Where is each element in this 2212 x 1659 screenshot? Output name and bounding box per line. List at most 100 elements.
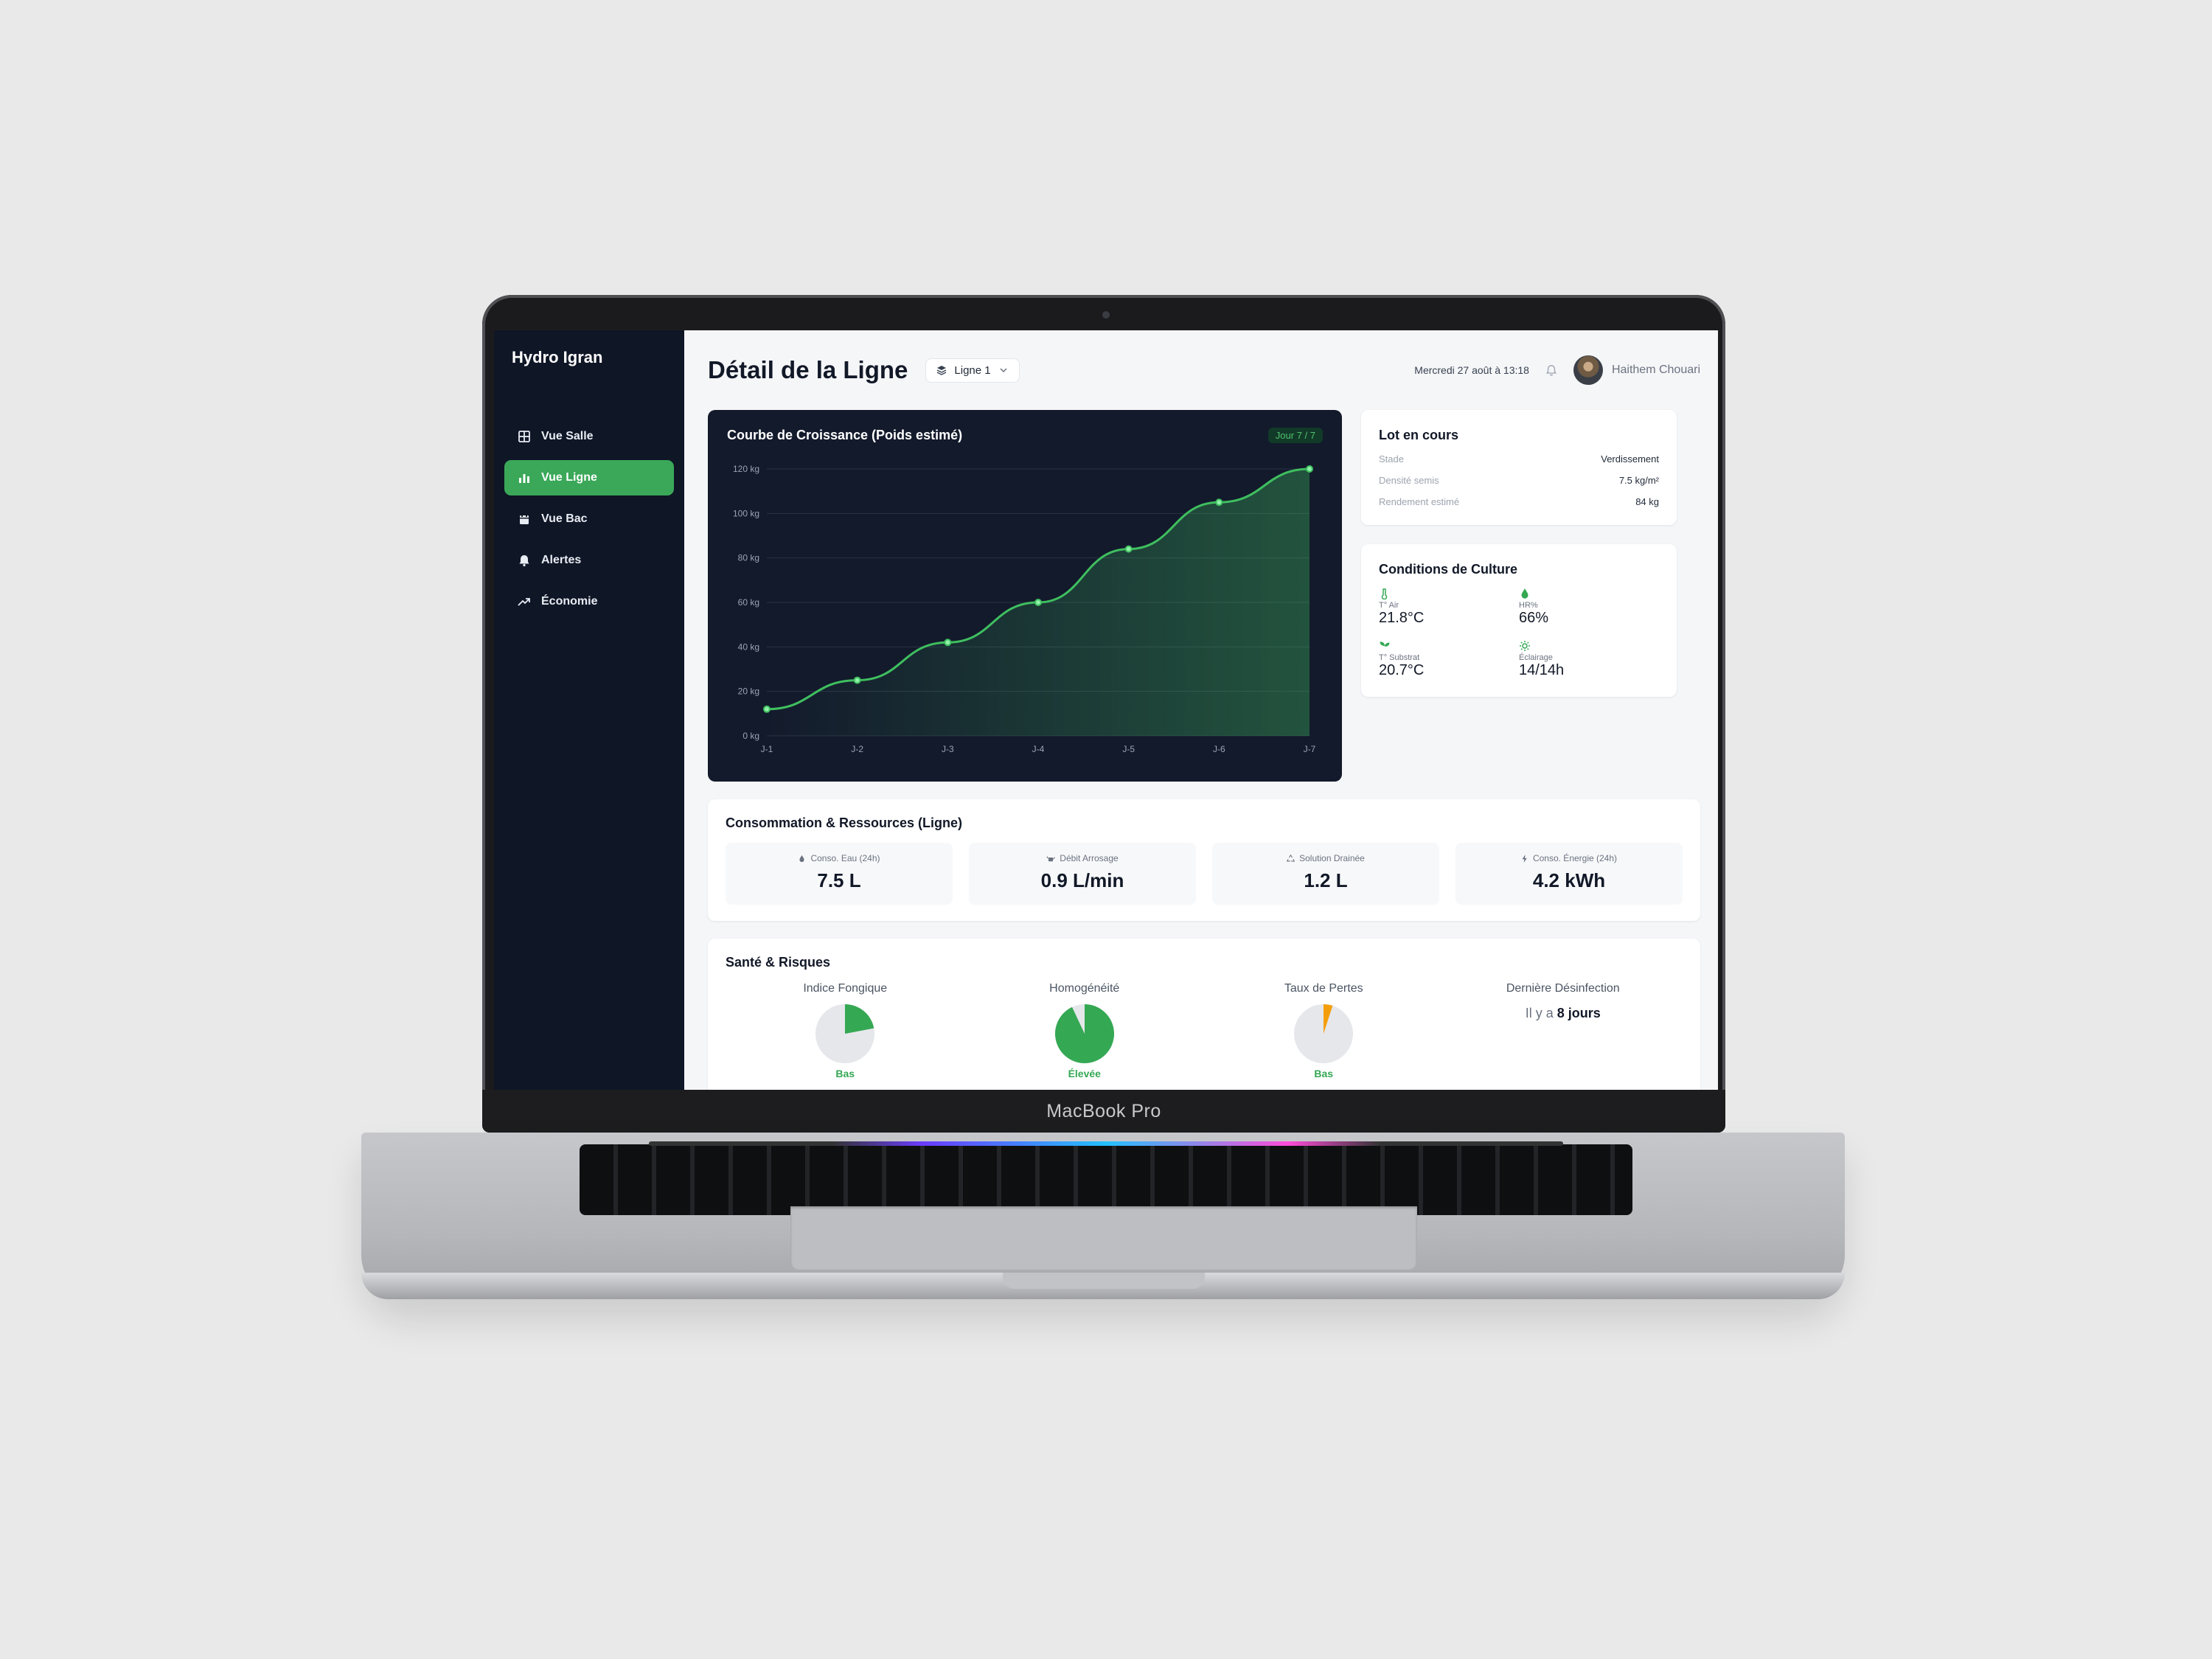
health-pie (815, 1004, 875, 1063)
data-point (1306, 465, 1313, 473)
brand-logo: Hydro Igran (512, 348, 603, 366)
conditions-title: Conditions de Culture (1379, 562, 1517, 577)
condition-label: T° Air (1379, 601, 1399, 610)
resource-label: Débit Arrosage (1060, 853, 1119, 863)
sidebar-item-alertes[interactable]: Alertes (504, 543, 674, 578)
resource-value: 4.2 kWh (1532, 869, 1606, 891)
health-metric-caption: Élevée (1068, 1068, 1101, 1079)
resource-label-row: Conso. Énergie (24h) (1455, 853, 1683, 863)
pie-slice (1054, 1004, 1114, 1063)
x-tick-label: J-4 (1032, 744, 1045, 754)
resource-value: 7.5 L (817, 869, 861, 891)
laptop-notch (1003, 1273, 1205, 1289)
disinfection-label: Dernière Désinfection (1506, 982, 1620, 995)
data-point (1034, 599, 1042, 606)
data-point (1124, 545, 1133, 553)
bolt-icon (1522, 854, 1527, 863)
x-tick-label: J-5 (1122, 744, 1135, 754)
disinfection-days: 8 jours (1557, 1006, 1601, 1020)
condition-label: HR% (1519, 601, 1538, 610)
condition-label: T° Substrat (1379, 653, 1420, 662)
lot-key: Rendement estimé (1379, 496, 1460, 507)
growth-chart-title: Courbe de Croissance (Poids estimé) (727, 428, 963, 442)
sidebar-item-vue-ligne[interactable]: Vue Ligne (504, 460, 674, 495)
user-name[interactable]: Haithem Chouari (1612, 364, 1700, 377)
bell-icon[interactable] (1545, 364, 1557, 376)
layers-icon (937, 366, 947, 375)
y-tick-label: 120 kg (733, 464, 759, 474)
resource-label: Solution Drainée (1299, 853, 1365, 863)
day-badge: Jour 7 / 7 (1267, 428, 1323, 443)
screen: Hydro Igran Vue Salle Vue Ligne Vue Bac … (494, 330, 1718, 1090)
health-metric-label: Taux de Pertes (1284, 982, 1363, 995)
data-point (763, 705, 771, 713)
touch-bar (649, 1141, 1563, 1146)
resources-card: Consommation & Ressources (Ligne) Conso.… (708, 799, 1700, 921)
lot-value: 7.5 kg/m² (1618, 475, 1659, 486)
sidebar-item-label: Alertes (541, 554, 582, 566)
resource-label-row: Solution Drainée (1212, 853, 1439, 863)
trend-up-icon (518, 598, 530, 606)
bar-chart-icon (519, 474, 529, 483)
health-row: Indice Fongique Bas Homogénéité Élevée T… (726, 982, 1683, 1079)
grid-icon (518, 431, 530, 442)
health-metric: Indice Fongique Bas (726, 982, 965, 1079)
y-tick-label: 20 kg (738, 686, 759, 697)
health-pie (1054, 1004, 1114, 1063)
sidebar-item-label: Économie (541, 595, 598, 608)
resource-tile: Conso. Énergie (24h) 4.2 kWh (1455, 843, 1683, 905)
sidebar-item-vue-salle[interactable]: Vue Salle (504, 419, 674, 454)
sidebar-item-label: Vue Bac (541, 512, 588, 525)
health-metric-label: Homogénéité (1049, 982, 1120, 995)
sidebar-item-economie[interactable]: Économie (504, 584, 674, 619)
header-right: Mercredi 27 août à 13:18 Haithem Chouari (1414, 355, 1700, 385)
health-title: Santé & Risques (726, 955, 831, 970)
conditions-grid: T° Air 21.8°C HR% 66% T° Substrat 20.7°C (1379, 588, 1659, 679)
health-metric-label: Indice Fongique (803, 982, 888, 995)
disinfection-prefix: Il y a (1525, 1006, 1554, 1020)
camera-icon (1102, 311, 1110, 319)
disinfection-value: Il y a 8 jours (1444, 1006, 1683, 1021)
lot-value: Verdissement (1601, 453, 1659, 465)
condition-value: 20.7°C (1379, 662, 1425, 678)
lot-title: Lot en cours (1379, 428, 1459, 442)
data-point (944, 639, 952, 647)
growth-chart: 0 kg 20 kg 40 kg 60 kg 80 kg 100 kg 120 kg J-1 J… (733, 464, 1316, 754)
line-select[interactable]: Ligne 1 (925, 358, 1020, 383)
resource-label: Conso. Énergie (24h) (1532, 853, 1618, 863)
avatar[interactable] (1573, 355, 1603, 385)
x-tick-label: J-7 (1304, 744, 1316, 754)
y-tick-label: 80 kg (738, 553, 759, 563)
recycle-icon (1287, 854, 1295, 861)
droplet-icon (799, 855, 805, 862)
side-column: Lot en cours Stade Verdissement Densité … (1361, 410, 1677, 782)
lot-row: Stade Verdissement (1379, 453, 1659, 465)
health-metric-caption: Bas (835, 1068, 855, 1079)
page-title: Détail de la Ligne (708, 356, 908, 383)
device-label: MacBook Pro (1046, 1100, 1161, 1121)
y-tick-label: 60 kg (738, 597, 759, 608)
resource-value: 1.2 L (1304, 869, 1348, 891)
sidebar-item-vue-bac[interactable]: Vue Bac (504, 501, 674, 537)
y-tick-label: 100 kg (733, 508, 759, 518)
condition-label: Éclairage (1519, 653, 1553, 662)
condition-item: Éclairage 14/14h (1519, 640, 1659, 679)
laptop-chin: MacBook Pro (482, 1090, 1725, 1133)
calendar-icon (520, 514, 529, 524)
condition-item: T° Air 21.8°C (1379, 588, 1519, 627)
health-metric-caption: Bas (1314, 1068, 1334, 1079)
y-tick-label: 0 kg (742, 731, 759, 741)
x-tick-label: J-3 (942, 744, 954, 754)
condition-item: T° Substrat 20.7°C (1379, 640, 1519, 679)
lot-card: Lot en cours Stade Verdissement Densité … (1361, 410, 1677, 525)
resource-tile: Débit Arrosage 0.9 L/min (969, 843, 1196, 905)
sprout-icon (1380, 641, 1390, 651)
line-select-value: Ligne 1 (954, 364, 991, 377)
condition-value: 14/14h (1519, 662, 1565, 678)
droplet-icon (1521, 588, 1528, 599)
resource-label-row: Débit Arrosage (969, 853, 1196, 863)
top-grid: Courbe de Croissance (Poids estimé) Jour… (708, 410, 1700, 782)
y-tick-label: 40 kg (738, 641, 759, 652)
trackpad (790, 1206, 1417, 1270)
thermometer-icon (1381, 588, 1388, 599)
